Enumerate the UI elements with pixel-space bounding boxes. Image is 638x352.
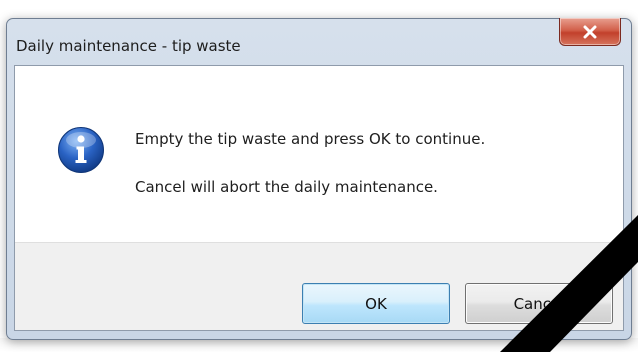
information-icon bbox=[58, 127, 104, 173]
background-app-strip bbox=[0, 338, 638, 352]
button-bar: OK Cancel bbox=[15, 242, 623, 330]
cancel-button[interactable]: Cancel bbox=[465, 283, 613, 324]
close-button[interactable] bbox=[559, 18, 621, 46]
message-line-1: Empty the tip waste and press OK to cont… bbox=[135, 130, 486, 148]
dialog-client-area: Empty the tip waste and press OK to cont… bbox=[14, 65, 624, 331]
close-icon bbox=[583, 25, 597, 38]
message-area: Empty the tip waste and press OK to cont… bbox=[15, 66, 623, 242]
title-bar[interactable]: Daily maintenance - tip waste bbox=[7, 19, 631, 71]
message-line-2: Cancel will abort the daily maintenance. bbox=[135, 178, 438, 196]
dialog-window: Daily maintenance - tip waste Empty the … bbox=[6, 18, 632, 340]
dialog-title: Daily maintenance - tip waste bbox=[16, 37, 241, 55]
ok-button[interactable]: OK bbox=[302, 283, 450, 324]
